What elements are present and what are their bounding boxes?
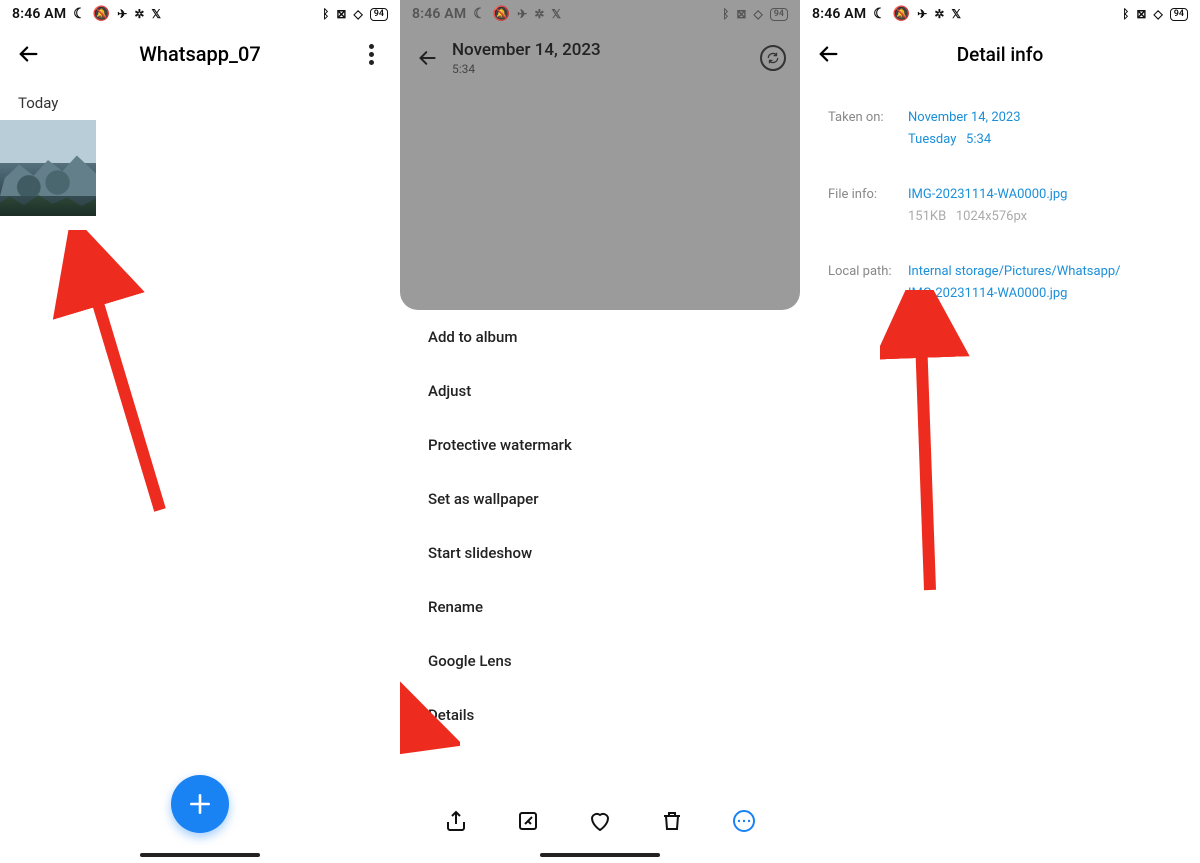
back-button[interactable] [814, 43, 844, 65]
local-path-value[interactable]: Internal storage/Pictures/Whatsapp/ [908, 262, 1121, 282]
viewer-header: November 14, 2023 5:34 [400, 28, 800, 76]
menu-slideshow[interactable]: Start slideshow [400, 526, 800, 580]
add-button[interactable] [171, 775, 229, 833]
album-title: Whatsapp_07 [52, 42, 348, 66]
annotation-arrow [40, 230, 200, 520]
detail-title: Detail info [844, 43, 1156, 66]
battery-icon: 94 [370, 8, 388, 21]
photo-date: November 14, 2023 [452, 40, 750, 60]
moon-icon: ☾ [473, 7, 486, 21]
menu-add-to-album[interactable]: Add to album [400, 310, 800, 364]
date-section-label: Today [0, 80, 400, 120]
status-time: 8:46 AM [412, 6, 466, 22]
more-button[interactable] [356, 44, 386, 65]
photo-viewer-backdrop: 8:46 AM ☾ 🔕 ✈ ✲ 𝕏 ᛒ ⊠ ◇ 94 November 14, … [400, 0, 800, 310]
detail-file-info: File info: IMG-20231114-WA0000.jpg 151KB… [828, 185, 1172, 226]
sync-icon[interactable] [760, 45, 786, 71]
home-indicator[interactable] [140, 853, 260, 857]
wifi-icon: ◇ [353, 8, 362, 20]
detail-taken-on: Taken on: November 14, 2023 Tuesday 5:34 [828, 108, 1172, 149]
telegram-icon: ✈ [117, 8, 127, 20]
file-meta: 151KB 1024x576px [908, 207, 1067, 227]
status-bar: 8:46 AM ☾ 🔕 ✈ ✲ 𝕏 ᛒ ⊠ ◇ 94 [400, 0, 800, 28]
file-info-label: File info: [828, 185, 908, 226]
x-icon: 𝕏 [951, 8, 961, 20]
file-name[interactable]: IMG-20231114-WA0000.jpg [908, 185, 1067, 205]
edit-button[interactable] [508, 801, 548, 841]
menu-details[interactable]: Details [400, 688, 800, 742]
photo-thumbnail[interactable] [0, 120, 96, 216]
local-path-label: Local path: [828, 262, 908, 303]
back-button[interactable] [14, 39, 44, 69]
wifi-icon: ◇ [753, 8, 762, 20]
panel-gallery-album: 8:46 AM ☾ 🔕 ✈ ✲ 𝕏 ᛒ ⊠ ◇ 94 Whatsapp_07 T… [0, 0, 400, 863]
status-bar: 8:46 AM ☾ 🔕 ✈ ✲ 𝕏 ᛒ ⊠ ◇ 94 [0, 0, 400, 28]
taken-on-daytime: Tuesday 5:34 [908, 130, 1021, 150]
viewer-toolbar [400, 801, 800, 841]
back-button[interactable] [414, 44, 442, 72]
bluetooth-icon: ᛒ [722, 8, 729, 20]
menu-google-lens[interactable]: Google Lens [400, 634, 800, 688]
x-icon: 𝕏 [151, 8, 161, 20]
dnd-icon: 🔕 [493, 7, 510, 21]
detail-list: Taken on: November 14, 2023 Tuesday 5:34… [800, 80, 1200, 303]
fan-icon: ✲ [934, 8, 944, 20]
detail-local-path: Local path: Internal storage/Pictures/Wh… [828, 262, 1172, 303]
album-header: Whatsapp_07 [0, 28, 400, 80]
favorite-button[interactable] [580, 801, 620, 841]
annotation-arrow [880, 290, 980, 600]
nosim-icon: ⊠ [336, 8, 346, 20]
telegram-icon: ✈ [917, 8, 927, 20]
photo-time: 5:34 [452, 62, 750, 76]
home-indicator[interactable] [540, 853, 660, 857]
dnd-icon: 🔕 [93, 7, 110, 21]
panel-detail-info: 8:46 AM ☾ 🔕 ✈ ✲ 𝕏 ᛒ ⊠ ◇ 94 Detail info T… [800, 0, 1200, 863]
status-time: 8:46 AM [12, 6, 66, 22]
taken-on-date[interactable]: November 14, 2023 [908, 108, 1021, 128]
panel-photo-viewer: 8:46 AM ☾ 🔕 ✈ ✲ 𝕏 ᛒ ⊠ ◇ 94 November 14, … [400, 0, 800, 863]
bluetooth-icon: ᛒ [1122, 8, 1129, 20]
fan-icon: ✲ [534, 8, 544, 20]
menu-set-wallpaper[interactable]: Set as wallpaper [400, 472, 800, 526]
battery-icon: 94 [1170, 8, 1188, 21]
nosim-icon: ⊠ [1136, 8, 1146, 20]
bluetooth-icon: ᛒ [322, 8, 329, 20]
fan-icon: ✲ [134, 8, 144, 20]
menu-adjust[interactable]: Adjust [400, 364, 800, 418]
more-options-button[interactable] [724, 801, 764, 841]
taken-on-label: Taken on: [828, 108, 908, 149]
moon-icon: ☾ [73, 7, 86, 21]
menu-rename[interactable]: Rename [400, 580, 800, 634]
dnd-icon: 🔕 [893, 7, 910, 21]
nosim-icon: ⊠ [736, 8, 746, 20]
x-icon: 𝕏 [551, 8, 561, 20]
status-time: 8:46 AM [812, 6, 866, 22]
local-path-value-2[interactable]: IMG-20231114-WA0000.jpg [908, 284, 1121, 304]
moon-icon: ☾ [873, 7, 886, 21]
delete-button[interactable] [652, 801, 692, 841]
status-bar: 8:46 AM ☾ 🔕 ✈ ✲ 𝕏 ᛒ ⊠ ◇ 94 [800, 0, 1200, 28]
options-sheet: Add to album Adjust Protective watermark… [400, 310, 800, 780]
wifi-icon: ◇ [1153, 8, 1162, 20]
menu-watermark[interactable]: Protective watermark [400, 418, 800, 472]
share-button[interactable] [436, 801, 476, 841]
detail-header: Detail info [800, 28, 1200, 80]
telegram-icon: ✈ [517, 8, 527, 20]
battery-icon: 94 [770, 8, 788, 21]
